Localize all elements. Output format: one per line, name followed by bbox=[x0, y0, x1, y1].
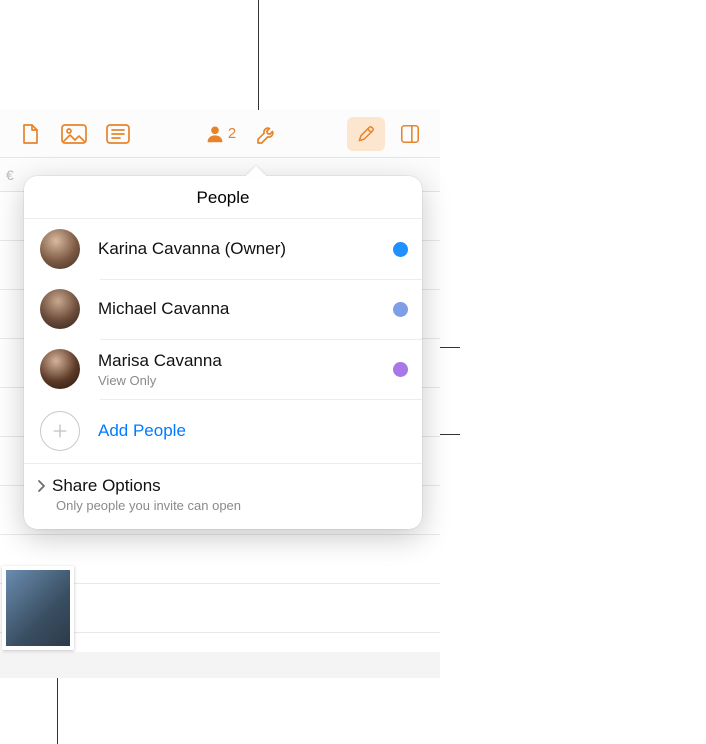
popover-title: People bbox=[24, 176, 422, 219]
share-options-title: Share Options bbox=[52, 476, 161, 496]
avatar bbox=[40, 229, 80, 269]
presence-dot bbox=[393, 242, 408, 257]
tools-icon[interactable] bbox=[245, 112, 289, 156]
add-people-row[interactable]: Add People bbox=[24, 399, 422, 463]
person-name: Karina Cavanna (Owner) bbox=[98, 238, 393, 259]
media-icon[interactable] bbox=[52, 112, 96, 156]
document-icon[interactable] bbox=[8, 112, 52, 156]
share-options-row[interactable]: Share Options Only people you invite can… bbox=[24, 463, 422, 529]
person-row[interactable]: Michael Cavanna bbox=[24, 279, 422, 339]
person-permission: View Only bbox=[98, 373, 393, 388]
share-options-subtitle: Only people you invite can open bbox=[56, 498, 408, 513]
document-photo-thumbnail bbox=[2, 566, 74, 650]
collaboration-button[interactable]: 2 bbox=[195, 123, 245, 145]
avatar bbox=[40, 289, 80, 329]
plus-icon bbox=[40, 411, 80, 451]
toolbar: 2 bbox=[0, 110, 440, 158]
callout-line-top bbox=[258, 0, 259, 112]
person-name: Michael Cavanna bbox=[98, 298, 393, 319]
format-button[interactable] bbox=[344, 112, 388, 156]
person-name: Marisa Cavanna bbox=[98, 350, 393, 371]
presence-dot bbox=[393, 302, 408, 317]
person-row[interactable]: Marisa Cavanna View Only bbox=[24, 339, 422, 399]
collaboration-count: 2 bbox=[228, 125, 236, 142]
list-icon[interactable] bbox=[96, 112, 140, 156]
people-popover: People Karina Cavanna (Owner) Michael Ca… bbox=[24, 176, 422, 529]
avatar bbox=[40, 349, 80, 389]
presence-dot bbox=[393, 362, 408, 377]
panel-icon[interactable] bbox=[388, 112, 432, 156]
chevron-right-icon bbox=[36, 479, 46, 493]
add-people-label: Add People bbox=[98, 421, 186, 441]
person-row[interactable]: Karina Cavanna (Owner) bbox=[24, 219, 422, 279]
